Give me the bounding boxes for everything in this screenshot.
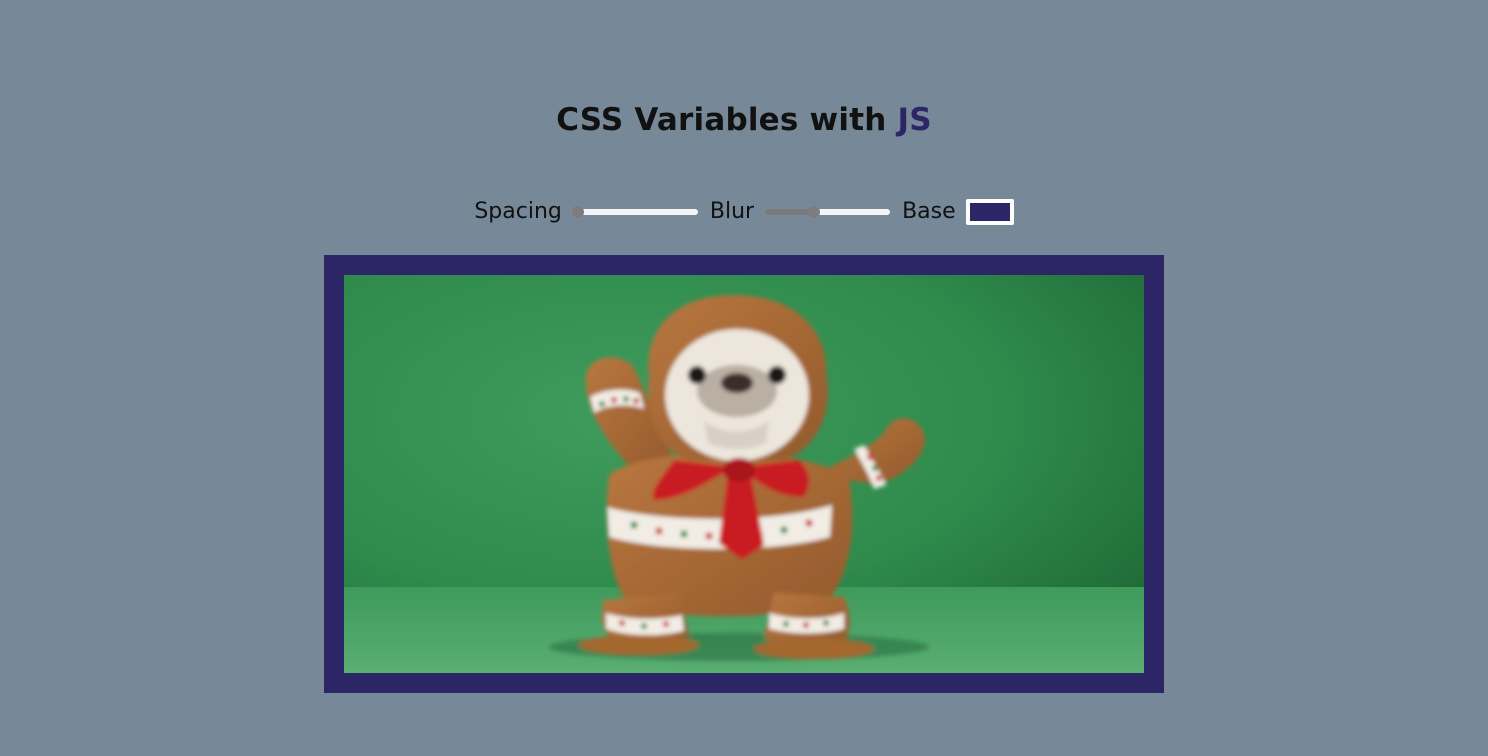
- spacing-slider-track: [571, 209, 698, 215]
- base-control: Base: [902, 199, 1014, 225]
- spacing-label: Spacing: [474, 199, 562, 224]
- blur-slider-fill: [764, 209, 815, 215]
- dog-photo: [344, 275, 1144, 673]
- spacing-slider[interactable]: [571, 204, 698, 220]
- spacing-control: Spacing: [474, 201, 710, 223]
- photo-frame: [324, 255, 1164, 693]
- controls-bar: Spacing Blur Base: [0, 196, 1488, 228]
- title-prefix: CSS Variables with: [556, 102, 898, 138]
- blur-label: Blur: [709, 199, 755, 224]
- blur-slider[interactable]: [764, 204, 891, 220]
- base-label: Base: [902, 199, 956, 224]
- title-highlight: JS: [897, 102, 932, 138]
- blur-control: Blur: [710, 201, 902, 223]
- base-color-picker[interactable]: [965, 199, 1014, 225]
- page-title: CSS Variables with JS: [0, 102, 1488, 138]
- blur-slider-thumb[interactable]: [808, 206, 821, 218]
- spacing-slider-thumb[interactable]: [571, 206, 584, 218]
